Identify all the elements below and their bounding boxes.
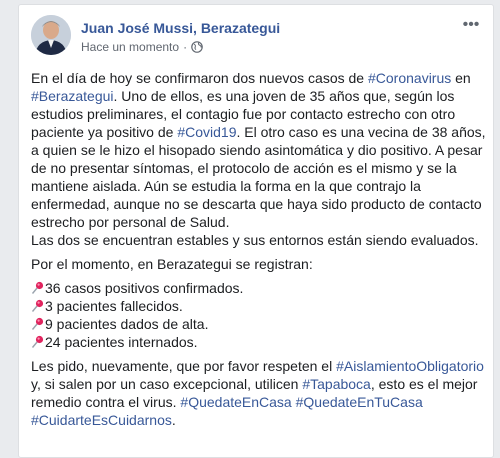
pushpin-icon	[31, 299, 44, 313]
post-paragraph: En el día de hoy se confirmaron dos nuev…	[31, 69, 486, 231]
post-text: Les pido, nuevamente, que por favor resp…	[31, 358, 337, 374]
list-item: 36 casos positivos confirmados.	[31, 279, 486, 297]
author-name[interactable]: Juan José Mussi, Berazategui	[81, 20, 280, 36]
post-timestamp[interactable]: Hace un momento	[81, 40, 179, 54]
stats-intro: Por el momento, en Berazategui se regist…	[31, 256, 313, 272]
post-text: En el día de hoy se confirmaron dos nuev…	[31, 70, 368, 86]
post-text: y, si salen por un caso excepcional, uti…	[31, 376, 303, 392]
avatar[interactable]	[31, 15, 71, 55]
more-options-button[interactable]: •••	[461, 15, 481, 35]
post-card: Juan José Mussi, Berazategui Hace un mom…	[18, 4, 494, 458]
list-item: 24 pacientes internados.	[31, 333, 486, 351]
pushpin-icon	[31, 317, 44, 331]
post-paragraph: Las dos se encuentran estables y sus ent…	[31, 232, 479, 248]
hashtag-link[interactable]: #QuedateEnTuCasa	[296, 394, 423, 410]
stat-text: 24 pacientes internados.	[45, 334, 198, 350]
stat-text: 3 pacientes fallecidos.	[45, 298, 183, 314]
hashtag-link[interactable]: #Covid19	[177, 124, 236, 140]
hashtag-link[interactable]: #Tapaboca	[302, 376, 371, 392]
stat-text: 36 casos positivos confirmados.	[45, 280, 244, 296]
hashtag-link[interactable]: #CuidarteEsCuidarnos	[31, 412, 172, 428]
post-text: .	[171, 412, 176, 428]
pushpin-icon	[31, 335, 44, 349]
list-item: 3 pacientes fallecidos.	[31, 297, 486, 315]
post-text: en	[451, 70, 471, 86]
hashtag-link[interactable]: #QuedateEnCasa	[180, 394, 291, 410]
hashtag-link[interactable]: #AislamientoObligatorio	[336, 358, 484, 374]
stat-text: 9 pacientes dados de alta.	[45, 316, 209, 332]
list-item: 9 pacientes dados de alta.	[31, 315, 486, 333]
post-paragraph: Les pido, nuevamente, que por favor resp…	[31, 357, 486, 429]
post-meta: Hace un momento ·	[81, 40, 203, 54]
globe-icon[interactable]	[191, 41, 203, 53]
post-header: Juan José Mussi, Berazategui Hace un mom…	[31, 15, 481, 59]
meta-separator: ·	[183, 40, 188, 54]
pushpin-icon	[31, 281, 44, 295]
hashtag-link[interactable]: #Berazategui	[31, 88, 114, 104]
ellipsis-icon: •••	[462, 16, 480, 33]
hashtag-link[interactable]: #Coronavirus	[368, 70, 451, 86]
post-body: En el día de hoy se confirmaron dos nuev…	[31, 69, 486, 429]
